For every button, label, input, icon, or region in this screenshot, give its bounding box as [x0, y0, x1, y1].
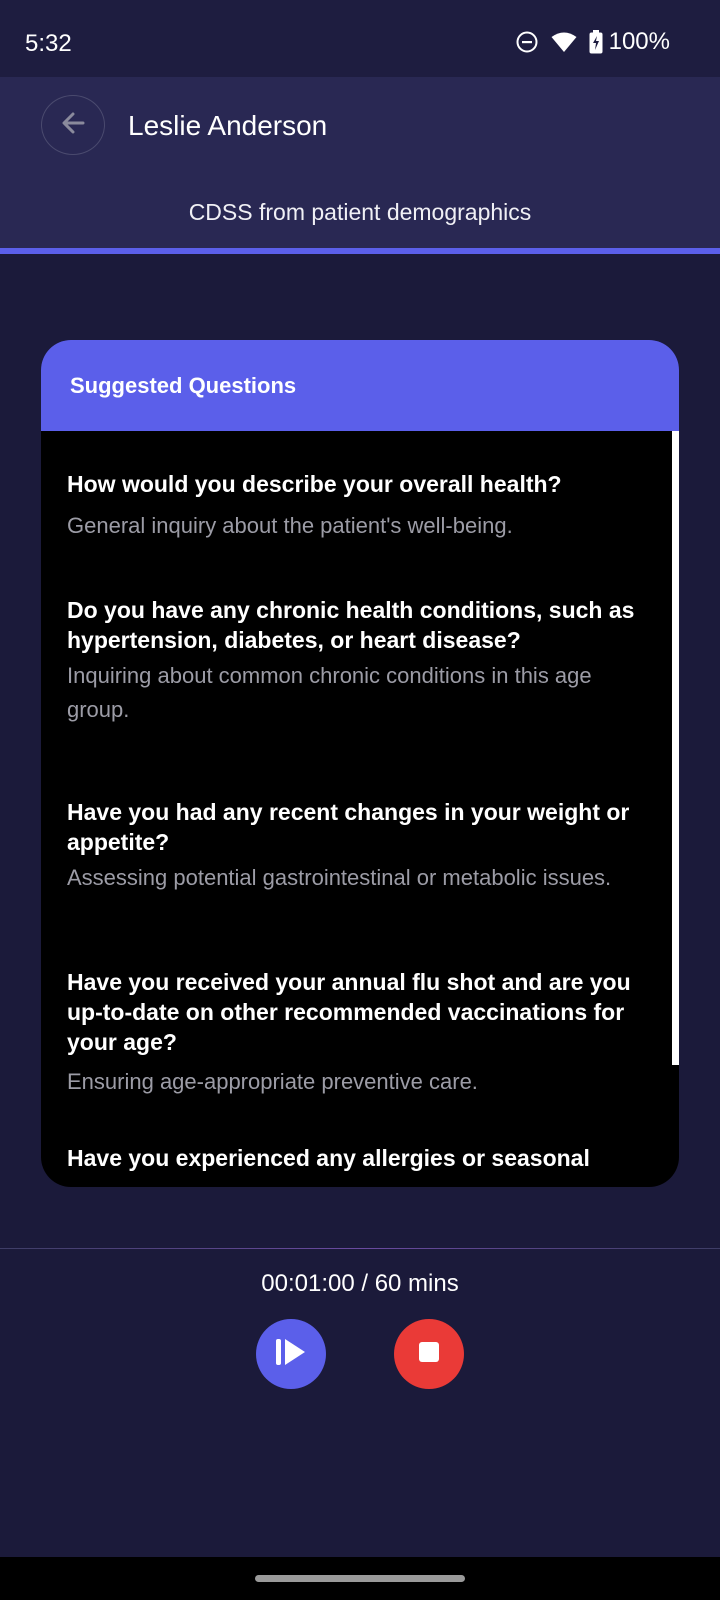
back-button[interactable] — [41, 95, 105, 155]
question-title: Have you experienced any allergies or se… — [67, 1145, 590, 1171]
navigation-bar — [0, 1557, 720, 1600]
list-item[interactable]: Do you have any chronic health condition… — [67, 595, 657, 727]
card-header: Suggested Questions — [41, 340, 679, 431]
arrow-left-icon — [59, 109, 87, 142]
play-pause-icon — [273, 1336, 309, 1373]
card-title: Suggested Questions — [70, 372, 297, 398]
status-icons: 100% — [515, 28, 670, 56]
app-header: Leslie Anderson CDSS from patient demogr… — [0, 77, 720, 248]
scrollbar[interactable] — [672, 431, 679, 1065]
recording-timer: 00:01:00 / 60 mins — [261, 1270, 459, 1297]
list-item[interactable]: Have you received your annual flu shot a… — [67, 967, 657, 1099]
question-title: Do you have any chronic health condition… — [67, 597, 635, 653]
home-gesture-handle[interactable] — [255, 1575, 465, 1582]
play-pause-button[interactable] — [256, 1319, 326, 1389]
do-not-disturb-icon — [515, 30, 539, 54]
wifi-icon — [551, 31, 577, 53]
patient-name-title: Leslie Anderson — [128, 110, 328, 141]
question-description: Ensuring age-appropriate preventive care… — [67, 1069, 478, 1094]
list-item[interactable]: How would you describe your overall heal… — [67, 469, 657, 543]
question-description: Inquiring about common chronic condition… — [67, 663, 592, 722]
list-item[interactable]: Have you had any recent changes in your … — [67, 797, 657, 895]
list-item[interactable]: Have you experienced any allergies or se… — [67, 1143, 657, 1173]
battery-charging-icon — [589, 30, 603, 54]
status-bar: 5:32 100% — [0, 0, 720, 77]
question-title: How would you describe your overall heal… — [67, 471, 562, 497]
stop-icon — [418, 1341, 440, 1368]
question-title: Have you received your annual flu shot a… — [67, 969, 631, 1055]
status-time: 5:32 — [25, 30, 72, 57]
header-subtitle: CDSS from patient demographics — [188, 199, 532, 225]
divider — [0, 1248, 720, 1249]
stop-button[interactable] — [394, 1319, 464, 1389]
question-description: Assessing potential gastrointestinal or … — [67, 865, 612, 890]
question-title: Have you had any recent changes in your … — [67, 799, 630, 855]
questions-list[interactable]: How would you describe your overall heal… — [41, 431, 679, 1187]
question-description: General inquiry about the patient's well… — [67, 513, 513, 538]
header-underline — [0, 248, 720, 254]
battery-percentage: 100% — [608, 28, 670, 55]
suggested-questions-card: Suggested Questions How would you descri… — [41, 340, 679, 1187]
